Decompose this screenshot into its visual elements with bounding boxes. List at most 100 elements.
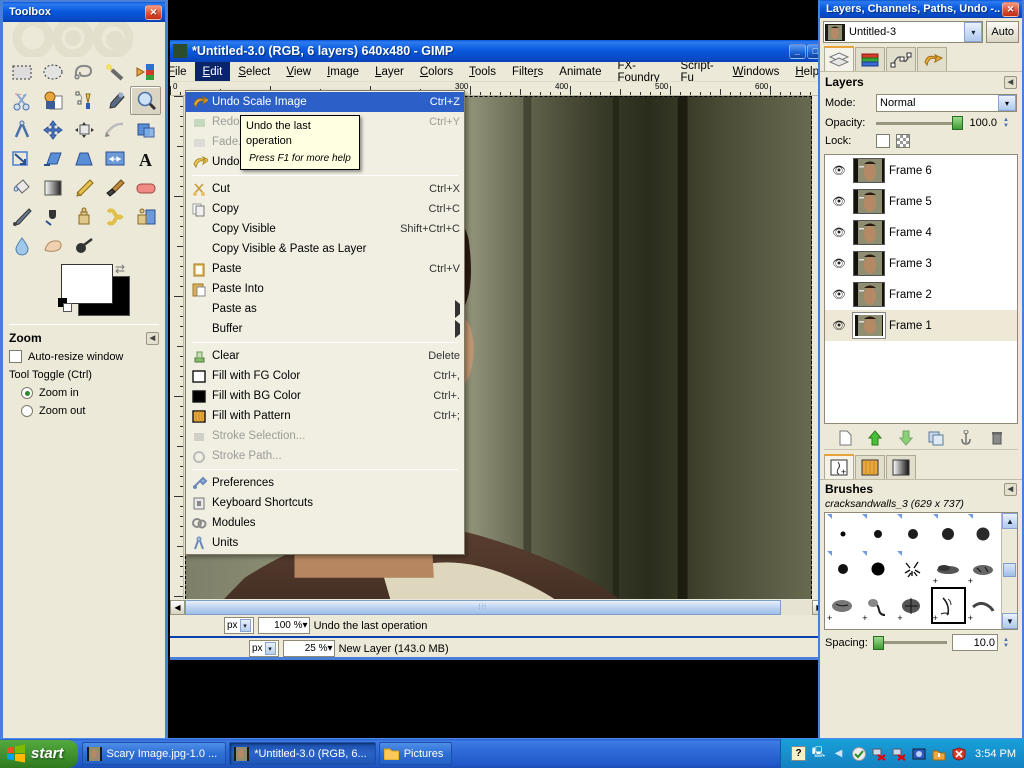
- taskbar-item-untitled-3[interactable]: *Untitled-3.0 (RGB, 6...: [229, 742, 376, 765]
- dock-tabstrip[interactable]: [820, 46, 1022, 72]
- layer-mode-row[interactable]: Mode: Normal ▾: [820, 92, 1022, 114]
- zoom-combo-2-chevron-down-icon[interactable]: ▾: [328, 643, 333, 654]
- spacing-spinner[interactable]: ▲ ▼: [1003, 637, 1017, 649]
- spacing-value[interactable]: 10.0: [952, 634, 998, 651]
- ellipse-select-tool[interactable]: [38, 57, 69, 86]
- align-tool[interactable]: [69, 115, 100, 144]
- brush-item[interactable]: +: [825, 624, 860, 629]
- perspective-tool[interactable]: [69, 144, 100, 173]
- menu-layer[interactable]: Layer: [367, 62, 412, 81]
- tab-channels[interactable]: [855, 47, 885, 71]
- layer-visibility-eye-icon[interactable]: 👁: [829, 226, 849, 239]
- brush-spacing-row[interactable]: Spacing: 10.0 ▲ ▼: [820, 630, 1022, 655]
- layer-visibility-eye-icon[interactable]: 👁: [829, 257, 849, 270]
- hscroll-thumb[interactable]: ⦙⦙⦙: [185, 599, 781, 615]
- lower-layer-button[interactable]: [896, 429, 916, 447]
- brush-item-selected[interactable]: +: [930, 587, 966, 624]
- menu-item-fill-with-fg-color[interactable]: Fill with FG Color Ctrl+,: [186, 366, 464, 386]
- taskbar-item-scary-image[interactable]: Scary Image.jpg-1.0 ...: [81, 742, 227, 765]
- move-tool[interactable]: [38, 115, 69, 144]
- layer-actions-toolbar[interactable]: [824, 426, 1018, 450]
- spacing-slider[interactable]: [872, 635, 947, 650]
- menu-item-preferences[interactable]: Preferences: [186, 473, 464, 493]
- display-icon[interactable]: 🖳: [811, 746, 826, 761]
- brushes-panel-menu-button[interactable]: ◀: [1004, 482, 1017, 496]
- opacity-slider[interactable]: [876, 116, 964, 130]
- duplicate-layer-button[interactable]: [926, 429, 946, 447]
- tab-paths[interactable]: [886, 47, 916, 71]
- security-icon[interactable]: [851, 746, 866, 761]
- tab-brushes[interactable]: +: [824, 454, 854, 479]
- menu-colors[interactable]: Colors: [412, 62, 461, 81]
- foreground-select-tool[interactable]: [38, 86, 69, 115]
- menu-item-units[interactable]: Units: [186, 533, 464, 553]
- network-icon[interactable]: [871, 746, 886, 761]
- gradient-tool[interactable]: [38, 173, 69, 202]
- brush-item[interactable]: [895, 513, 930, 550]
- menu-filters[interactable]: Filters: [504, 62, 551, 81]
- brush-item[interactable]: +: [860, 624, 895, 629]
- shield-icon[interactable]: [951, 746, 966, 761]
- brush-scroll-up-arrow[interactable]: ▲: [1002, 513, 1017, 529]
- network2-icon[interactable]: [891, 746, 906, 761]
- menu-animate[interactable]: Animate: [551, 62, 609, 81]
- table-row[interactable]: 👁 Frame 2: [825, 279, 1017, 310]
- zoom-tool[interactable]: [130, 86, 161, 115]
- gimp-menubar[interactable]: File Edit Select View Image Layer Colors…: [170, 62, 827, 84]
- unit-combo-2[interactable]: px ▾: [249, 640, 279, 657]
- paths-tool[interactable]: [69, 86, 100, 115]
- brush-item[interactable]: +: [825, 587, 860, 624]
- image-combo-chevron-down-icon[interactable]: ▾: [964, 22, 983, 42]
- tool-grid[interactable]: A: [3, 57, 165, 260]
- unit-combo-chevron-down-icon[interactable]: ▾: [239, 619, 251, 632]
- menu-item-clear[interactable]: Clear Delete: [186, 346, 464, 366]
- rotate-tool[interactable]: [130, 115, 161, 144]
- menu-select[interactable]: Select: [230, 62, 278, 81]
- menu-tools[interactable]: Tools: [461, 62, 504, 81]
- layer-visibility-eye-icon[interactable]: 👁: [829, 288, 849, 301]
- zoom-entry-2[interactable]: 25 % ▾: [282, 640, 335, 657]
- hscroll-track[interactable]: ⦙⦙⦙: [185, 599, 812, 615]
- brush-item[interactable]: +: [966, 587, 1001, 624]
- menu-item-fill-with-pattern[interactable]: Fill with Pattern Ctrl+;: [186, 406, 464, 426]
- brush-cells[interactable]: + + + + + + + + + + + +: [825, 513, 1001, 629]
- brush-item[interactable]: +: [966, 550, 1001, 587]
- auto-follow-button[interactable]: Auto: [986, 21, 1019, 43]
- crop-tool[interactable]: [99, 115, 130, 144]
- taskbar-item-pictures[interactable]: Pictures: [378, 742, 453, 765]
- zoom-in-row[interactable]: Zoom in: [3, 384, 165, 402]
- ink-tool[interactable]: [38, 202, 69, 231]
- select-by-color-tool[interactable]: [130, 57, 161, 86]
- start-button[interactable]: start: [0, 739, 78, 768]
- scroll-left-arrow[interactable]: ◀: [170, 599, 185, 615]
- brush-item[interactable]: +: [895, 587, 930, 624]
- anchor-layer-button[interactable]: [956, 429, 976, 447]
- help-icon[interactable]: ?: [791, 746, 807, 761]
- scale-tool[interactable]: [7, 144, 38, 173]
- auto-resize-checkbox[interactable]: [9, 350, 22, 363]
- brush-item[interactable]: [860, 513, 895, 550]
- lock-alpha-checkbox[interactable]: [896, 134, 910, 148]
- brush-item[interactable]: [895, 550, 930, 587]
- brushes-tabstrip[interactable]: +: [820, 454, 1022, 480]
- mode-combo-chevron-down-icon[interactable]: ▾: [998, 95, 1016, 111]
- delete-layer-button[interactable]: [987, 429, 1007, 447]
- image-combo[interactable]: Untitled-3 ▾: [823, 21, 984, 43]
- table-row[interactable]: 👁 Frame 1: [825, 310, 1017, 341]
- tab-layers[interactable]: [824, 46, 854, 71]
- canvas-horizontal-scrollbar[interactable]: ◀ ⦙⦙⦙ ▶: [170, 599, 827, 615]
- menu-item-paste[interactable]: Paste Ctrl+V: [186, 259, 464, 279]
- table-row[interactable]: 👁 Frame 4: [825, 217, 1017, 248]
- blur-sharpen-tool[interactable]: [7, 231, 38, 260]
- layer-visibility-eye-icon[interactable]: 👁: [829, 319, 849, 332]
- lock-pixels-checkbox[interactable]: [876, 134, 890, 148]
- brush-item[interactable]: [860, 550, 895, 587]
- unit-combo-2-chevron-down-icon[interactable]: ▾: [264, 642, 276, 655]
- menu-fx-foundry[interactable]: FX-Foundry: [609, 62, 672, 84]
- tab-gradients[interactable]: [886, 455, 916, 479]
- scissors-select-tool[interactable]: [7, 86, 38, 115]
- swap-colors-icon[interactable]: ⇄: [115, 262, 125, 276]
- dodge-burn-tool[interactable]: [69, 231, 100, 260]
- bucket-fill-tool[interactable]: [7, 173, 38, 202]
- paintbrush-tool[interactable]: [99, 173, 130, 202]
